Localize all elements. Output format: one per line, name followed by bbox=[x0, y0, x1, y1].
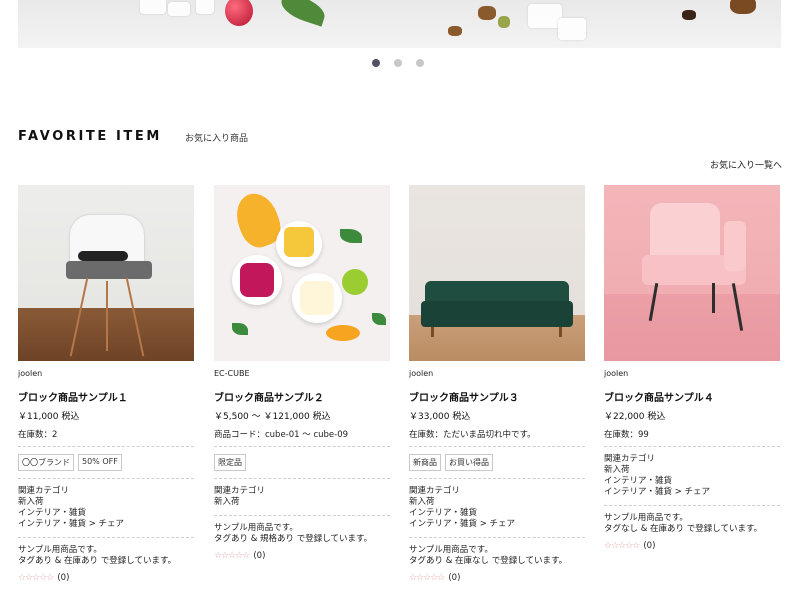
description-line: タグあり & 在庫なし で登録しています。 bbox=[409, 556, 568, 566]
category-link[interactable]: 新入荷 bbox=[214, 497, 390, 508]
review-count: (0) bbox=[448, 573, 461, 583]
divider bbox=[18, 478, 194, 479]
product-price: ￥22,000 税込 bbox=[604, 412, 666, 422]
section-subtitle: お気に入り商品 bbox=[185, 134, 249, 144]
description-line: タグあり & 在庫あり で登録しています。 bbox=[18, 556, 177, 566]
category-link[interactable]: インテリア・雑貨 > チェア bbox=[18, 519, 194, 530]
category-link[interactable]: 新入荷 bbox=[18, 497, 194, 508]
product-card[interactable]: joolen ブロック商品サンプル３ ￥33,000 税込 在庫数：ただいま品切… bbox=[409, 185, 585, 583]
star-rating-icon: ☆☆☆☆☆ bbox=[214, 551, 250, 561]
product-image[interactable] bbox=[409, 185, 585, 361]
product-description: サンプル用商品です。 タグあり & 在庫あり で登録しています。 bbox=[18, 545, 194, 567]
product-card[interactable]: joolen ブロック商品サンプル１ ￥11,000 税込 在庫数：2 〇〇ブラ… bbox=[18, 185, 194, 583]
description-line: サンプル用商品です。 bbox=[18, 545, 102, 555]
product-rating: ☆☆☆☆☆ (0) bbox=[18, 573, 194, 583]
description-line: サンプル用商品です。 bbox=[214, 523, 298, 533]
divider bbox=[409, 478, 585, 479]
product-rating: ☆☆☆☆☆ (0) bbox=[409, 573, 585, 583]
slider-dot-1[interactable] bbox=[372, 59, 380, 67]
description-line: タグなし & 在庫あり で登録しています。 bbox=[604, 524, 763, 534]
divider bbox=[214, 446, 390, 447]
product-name[interactable]: ブロック商品サンプル２ bbox=[214, 389, 390, 404]
category-link[interactable]: インテリア・雑貨 bbox=[604, 476, 780, 487]
product-rating: ☆☆☆☆☆ (0) bbox=[214, 551, 390, 561]
product-price: ￥33,000 税込 bbox=[409, 412, 471, 422]
divider bbox=[18, 537, 194, 538]
divider bbox=[214, 515, 390, 516]
product-tags: 新商品 お買い得品 bbox=[409, 454, 585, 471]
description-line: サンプル用商品です。 bbox=[604, 513, 688, 523]
product-card[interactable]: joolen ブロック商品サンプル４ ￥22,000 税込 在庫数：99 関連カ… bbox=[604, 185, 780, 551]
product-stock: 在庫数：99 bbox=[604, 430, 649, 440]
product-tag: 限定品 bbox=[214, 454, 246, 471]
category-heading: 関連カテゴリ bbox=[18, 486, 70, 496]
category-heading: 関連カテゴリ bbox=[409, 486, 461, 496]
product-categories: 関連カテゴリ 新入荷 bbox=[214, 486, 390, 508]
product-brand: joolen bbox=[18, 369, 43, 378]
slider-dot-3[interactable] bbox=[416, 59, 424, 67]
product-tags: 限定品 bbox=[214, 454, 390, 471]
product-price: ￥5,500 ～ ￥121,000 税込 bbox=[214, 412, 331, 422]
product-tag: お買い得品 bbox=[445, 454, 493, 471]
category-link[interactable]: インテリア・雑貨 > チェア bbox=[409, 519, 585, 530]
product-brand: EC-CUBE bbox=[214, 369, 250, 378]
star-rating-icon: ☆☆☆☆☆ bbox=[409, 573, 445, 583]
product-description: サンプル用商品です。 タグなし & 在庫あり で登録しています。 bbox=[604, 513, 780, 535]
product-name[interactable]: ブロック商品サンプル３ bbox=[409, 389, 585, 404]
section-title: FAVORITE ITEM bbox=[18, 129, 162, 144]
product-tags: 〇〇ブランド 50% OFF bbox=[18, 454, 194, 471]
product-brand: joolen bbox=[604, 369, 629, 378]
product-description: サンプル用商品です。 タグあり & 規格あり で登録しています。 bbox=[214, 523, 390, 545]
category-heading: 関連カテゴリ bbox=[214, 486, 266, 496]
star-rating-icon: ☆☆☆☆☆ bbox=[18, 573, 54, 583]
favorite-list-link[interactable]: お気に入り一覧へ bbox=[710, 158, 782, 171]
product-name[interactable]: ブロック商品サンプル４ bbox=[604, 389, 780, 404]
category-link[interactable]: インテリア・雑貨 bbox=[409, 508, 585, 519]
product-categories: 関連カテゴリ 新入荷 インテリア・雑貨 インテリア・雑貨 > チェア bbox=[18, 486, 194, 530]
category-heading: 関連カテゴリ bbox=[604, 454, 656, 464]
product-brand: joolen bbox=[409, 369, 434, 378]
divider bbox=[214, 478, 390, 479]
description-line: サンプル用商品です。 bbox=[409, 545, 493, 555]
product-name[interactable]: ブロック商品サンプル１ bbox=[18, 389, 194, 404]
category-link[interactable]: 新入荷 bbox=[604, 465, 780, 476]
review-count: (0) bbox=[253, 551, 266, 561]
product-tag: 〇〇ブランド bbox=[18, 454, 74, 471]
product-tag: 新商品 bbox=[409, 454, 441, 471]
divider bbox=[409, 537, 585, 538]
divider bbox=[409, 446, 585, 447]
divider bbox=[604, 505, 780, 506]
product-categories: 関連カテゴリ 新入荷 インテリア・雑貨 インテリア・雑貨 > チェア bbox=[409, 486, 585, 530]
slider-dots bbox=[372, 59, 424, 67]
product-categories: 関連カテゴリ 新入荷 インテリア・雑貨 インテリア・雑貨 > チェア bbox=[604, 454, 780, 498]
category-link[interactable]: インテリア・雑貨 bbox=[18, 508, 194, 519]
divider bbox=[18, 446, 194, 447]
star-rating-icon: ☆☆☆☆☆ bbox=[604, 541, 640, 551]
product-image[interactable] bbox=[604, 185, 780, 361]
hero-slider-image[interactable] bbox=[18, 0, 781, 48]
review-count: (0) bbox=[57, 573, 70, 583]
category-link[interactable]: インテリア・雑貨 > チェア bbox=[604, 487, 780, 498]
product-tag: 50% OFF bbox=[78, 454, 122, 471]
product-code: 商品コード：cube-01 ～ cube-09 bbox=[214, 430, 349, 440]
product-price: ￥11,000 税込 bbox=[18, 412, 80, 422]
product-image[interactable] bbox=[214, 185, 390, 361]
product-description: サンプル用商品です。 タグあり & 在庫なし で登録しています。 bbox=[409, 545, 585, 567]
divider bbox=[604, 446, 780, 447]
product-card[interactable]: EC-CUBE ブロック商品サンプル２ ￥5,500 ～ ￥121,000 税込… bbox=[214, 185, 390, 561]
product-stock: 在庫数：2 bbox=[18, 430, 58, 440]
product-stock: 在庫数：ただいま品切れ中です。 bbox=[409, 430, 536, 440]
category-link[interactable]: 新入荷 bbox=[409, 497, 585, 508]
slider-dot-2[interactable] bbox=[394, 59, 402, 67]
product-rating: ☆☆☆☆☆ (0) bbox=[604, 541, 780, 551]
product-image[interactable] bbox=[18, 185, 194, 361]
review-count: (0) bbox=[643, 541, 656, 551]
description-line: タグあり & 規格あり で登録しています。 bbox=[214, 534, 373, 544]
